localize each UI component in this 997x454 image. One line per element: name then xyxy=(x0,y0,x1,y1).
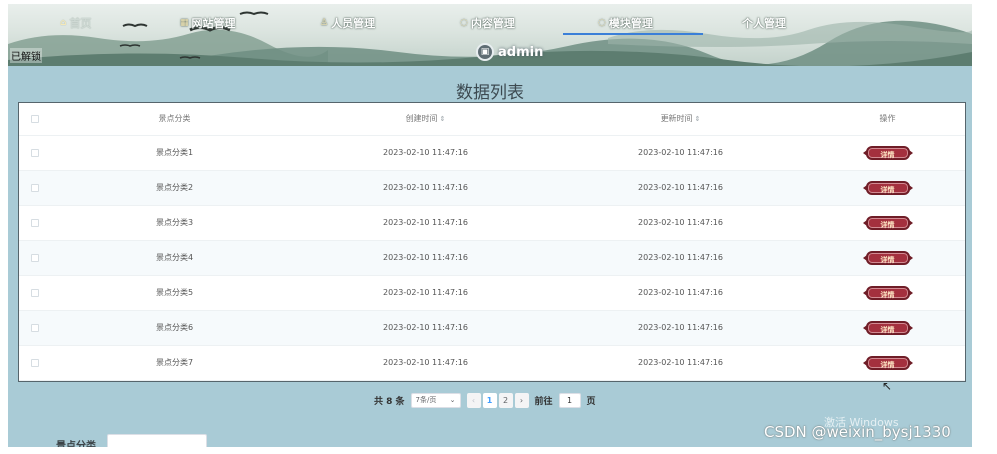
content-icon: ◌ xyxy=(460,18,468,28)
cell-created: 2023-02-10 11:47:16 xyxy=(298,205,553,241)
header: ⌂ 首页 ▦ 网站管理 ♙ 人员管理 ◌ 内容管理 ◌ 模块管理 个人管理 已解… xyxy=(8,4,972,66)
avatar-icon: ▣ xyxy=(476,43,494,61)
cell-updated: 2023-02-10 11:47:16 xyxy=(553,135,808,171)
nav-item-home[interactable]: ⌂ 首页 xyxy=(60,13,91,33)
row-checkbox[interactable] xyxy=(31,148,39,157)
column-header-created[interactable]: 创建时间 ⇕ xyxy=(298,103,553,136)
home-icon: ⌂ xyxy=(60,18,67,28)
grid-icon: ▦ xyxy=(180,18,189,28)
page-list: ‹ 1 2 › xyxy=(466,392,529,408)
nav-item-module-management[interactable]: ◌ 模块管理 xyxy=(598,13,653,33)
cell-created: 2023-02-10 11:47:16 xyxy=(298,170,553,206)
search-category-input[interactable] xyxy=(107,434,207,447)
sort-icon: ⇕ xyxy=(439,115,446,124)
user-icon: ♙ xyxy=(320,18,329,28)
cell-created: 2023-02-10 11:47:16 xyxy=(298,275,553,311)
cell-created: 2023-02-10 11:47:16 xyxy=(298,345,553,381)
detail-button[interactable]: 详情 xyxy=(862,145,913,160)
page-title: 数据列表 xyxy=(456,83,524,103)
page-button-1[interactable]: 1 xyxy=(482,392,497,408)
top-nav: ⌂ 首页 ▦ 网站管理 ♙ 人员管理 ◌ 内容管理 ◌ 模块管理 个人管理 xyxy=(8,13,972,33)
csdn-watermark: CSDN @weixin_bysj1330 xyxy=(764,423,951,441)
sort-icon: ⇕ xyxy=(694,115,701,124)
goto-label: 前往 xyxy=(534,396,553,407)
module-icon: ◌ xyxy=(598,18,606,28)
nav-item-content-management[interactable]: ◌ 内容管理 xyxy=(460,13,515,33)
next-page-button[interactable]: › xyxy=(514,392,529,408)
table-row: 景点分类3 2023-02-10 11:47:16 2023-02-10 11:… xyxy=(19,205,965,241)
page-button-2[interactable]: 2 xyxy=(498,392,513,408)
row-checkbox[interactable] xyxy=(31,253,39,262)
page-size-select[interactable]: 7条/页 ⌄ xyxy=(410,392,461,408)
cell-category: 景点分类4 xyxy=(51,240,298,276)
active-nav-indicator xyxy=(563,33,703,35)
detail-button[interactable]: 详情 xyxy=(862,250,913,265)
row-checkbox[interactable] xyxy=(31,218,39,227)
row-checkbox[interactable] xyxy=(31,323,39,332)
total-count: 共 8 条 xyxy=(374,396,405,407)
table-row: 景点分类5 2023-02-10 11:47:16 2023-02-10 11:… xyxy=(19,275,965,311)
nav-item-site-management[interactable]: ▦ 网站管理 xyxy=(180,13,236,33)
prev-page-button[interactable]: ‹ xyxy=(466,392,481,408)
table-row: 景点分类6 2023-02-10 11:47:16 2023-02-10 11:… xyxy=(19,310,965,346)
cell-category: 景点分类3 xyxy=(51,205,298,241)
detail-button[interactable]: 详情 xyxy=(862,320,913,335)
cell-updated: 2023-02-10 11:47:16 xyxy=(553,310,808,346)
cell-category: 景点分类1 xyxy=(51,135,298,171)
table-row: 景点分类1 2023-02-10 11:47:16 2023-02-10 11:… xyxy=(19,135,965,171)
row-checkbox[interactable] xyxy=(31,358,39,367)
cell-category: 景点分类2 xyxy=(51,170,298,206)
mouse-cursor-icon: ↖ xyxy=(882,379,893,393)
search-label: 景点分类 xyxy=(56,441,96,447)
app-frame: ⌂ 首页 ▦ 网站管理 ♙ 人员管理 ◌ 内容管理 ◌ 模块管理 个人管理 已解… xyxy=(8,4,972,447)
chevron-down-icon: ⌄ xyxy=(449,396,456,404)
username: admin xyxy=(498,44,544,60)
table-row: 景点分类7 2023-02-10 11:47:16 2023-02-10 11:… xyxy=(19,345,965,381)
cell-updated: 2023-02-10 11:47:16 xyxy=(553,205,808,241)
cell-updated: 2023-02-10 11:47:16 xyxy=(553,240,808,276)
goto-page-input[interactable]: 1 xyxy=(558,392,581,408)
cell-updated: 2023-02-10 11:47:16 xyxy=(553,275,808,311)
table-row: 景点分类2 2023-02-10 11:47:16 2023-02-10 11:… xyxy=(19,170,965,206)
detail-button[interactable]: 详情 xyxy=(862,215,913,230)
detail-button[interactable]: 详情 xyxy=(862,180,913,195)
row-checkbox[interactable] xyxy=(31,183,39,192)
pagination: 共 8 条 7条/页 ⌄ ‹ 1 2 › 前往 1 页 xyxy=(374,392,596,408)
table-header-row: 景点分类 创建时间 ⇕ 更新时间 ⇕ 操作 xyxy=(19,103,965,136)
user-menu[interactable]: ▣ admin xyxy=(476,43,543,61)
cell-updated: 2023-02-10 11:47:16 xyxy=(553,170,808,206)
detail-button[interactable]: 详情 xyxy=(862,355,913,370)
column-header-category: 景点分类 xyxy=(51,103,298,136)
cell-category: 景点分类6 xyxy=(51,310,298,346)
nav-item-people-management[interactable]: ♙ 人员管理 xyxy=(320,13,375,33)
cell-created: 2023-02-10 11:47:16 xyxy=(298,135,553,171)
select-all-checkbox[interactable] xyxy=(31,114,39,123)
table-row: 景点分类4 2023-02-10 11:47:16 2023-02-10 11:… xyxy=(19,240,965,276)
nav-item-personal-management[interactable]: 个人管理 xyxy=(742,13,786,33)
column-header-updated[interactable]: 更新时间 ⇕ xyxy=(553,103,808,136)
detail-button[interactable]: 详情 xyxy=(862,285,913,300)
row-checkbox[interactable] xyxy=(31,288,39,297)
cell-created: 2023-02-10 11:47:16 xyxy=(298,240,553,276)
cell-updated: 2023-02-10 11:47:16 xyxy=(553,345,808,381)
page-suffix: 页 xyxy=(586,396,596,407)
status-text: 已解锁 xyxy=(10,48,42,63)
cell-created: 2023-02-10 11:47:16 xyxy=(298,310,553,346)
column-header-actions: 操作 xyxy=(808,103,965,136)
data-table: 景点分类 创建时间 ⇕ 更新时间 ⇕ 操作 景点分类1 2023-02-10 11:… xyxy=(18,102,966,382)
cell-category: 景点分类5 xyxy=(51,275,298,311)
cell-category: 景点分类7 xyxy=(51,345,298,381)
